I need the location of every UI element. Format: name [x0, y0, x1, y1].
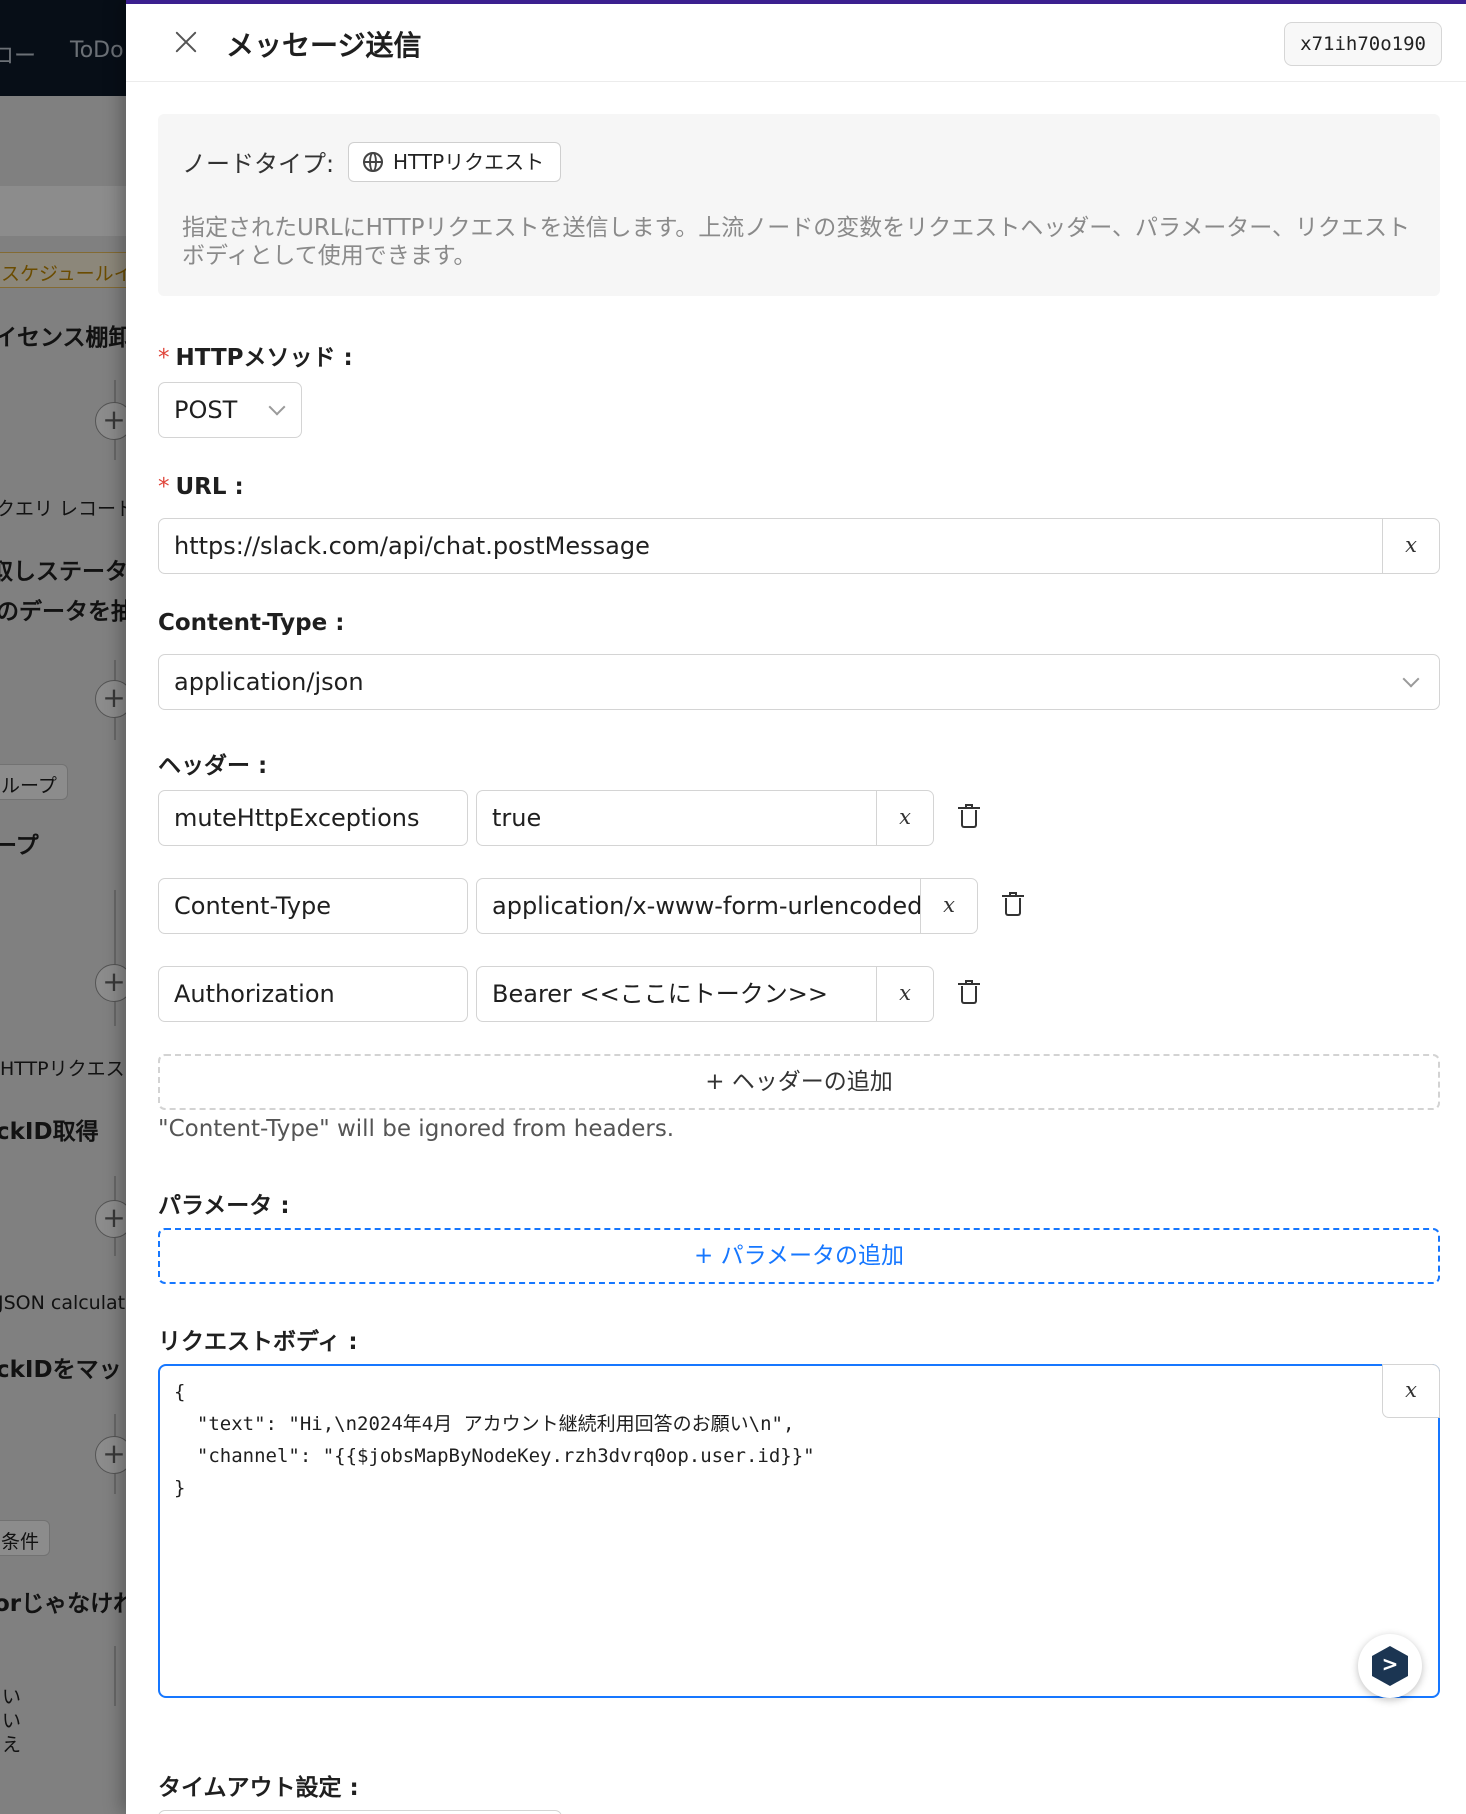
trash-icon[interactable]	[1002, 892, 1024, 916]
assistant-fab-button[interactable]	[1358, 1634, 1422, 1698]
url-input[interactable]: https://slack.com/api/chat.postMessage x	[158, 518, 1440, 574]
timeout-input[interactable]	[158, 1810, 562, 1814]
header-key-input[interactable]: muteHttpExceptions	[158, 790, 468, 846]
header-key-input[interactable]: Content-Type	[158, 878, 468, 934]
node-info-box: ノードタイプ: HTTPリクエスト 指定されたURLにHTTPリクエストを送信し…	[158, 114, 1440, 296]
add-param-button[interactable]: + パラメータの追加	[158, 1228, 1440, 1284]
headers-note: "Content-Type" will be ignored from head…	[158, 1116, 675, 1142]
insert-variable-button[interactable]: x	[920, 879, 977, 933]
node-settings-drawer: メッセージ送信 x71ih70o190 ノードタイプ: HTTPリクエスト 指定…	[126, 0, 1466, 1814]
header-key-input[interactable]: Authorization	[158, 966, 468, 1022]
timeout-label: タイムアウト設定 :	[158, 1775, 359, 1801]
header-value: application/x-www-form-urlencoded	[492, 892, 923, 920]
method-select[interactable]: POST	[158, 382, 302, 438]
drawer-title: メッセージ送信	[226, 29, 422, 62]
node-id-badge[interactable]: x71ih70o190	[1284, 22, 1442, 66]
params-label: パラメータ :	[158, 1193, 290, 1219]
required-mark: *	[158, 474, 170, 500]
method-value: POST	[174, 396, 238, 424]
url-label: * URL :	[158, 474, 244, 500]
headers-label: ヘッダー :	[158, 753, 268, 779]
insert-variable-button[interactable]: x	[1382, 1364, 1440, 1418]
node-description: 指定されたURLにHTTPリクエストを送信します。上流ノードの変数をリクエストヘ…	[182, 215, 1411, 269]
trash-icon[interactable]	[958, 804, 980, 828]
header-value: true	[492, 804, 542, 832]
insert-variable-button[interactable]: x	[876, 967, 933, 1021]
trash-icon[interactable]	[958, 980, 980, 1004]
insert-variable-button[interactable]: x	[876, 791, 933, 845]
method-label: * HTTPメソッド :	[158, 345, 353, 371]
url-value: https://slack.com/api/chat.postMessage	[174, 532, 650, 560]
node-type-tag: HTTPリクエスト	[348, 142, 562, 182]
content-type-select[interactable]: application/json	[158, 654, 1440, 710]
body-label: リクエストボディ :	[158, 1329, 358, 1355]
modal-overlay[interactable]	[0, 0, 126, 1814]
request-body-editor[interactable]: { "text": "Hi,\n2024年4月 アカウント継続利用回答のお願い\…	[158, 1364, 1440, 1698]
content-type-value: application/json	[174, 668, 364, 696]
drawer-header: メッセージ送信 x71ih70o190	[126, 4, 1466, 82]
request-body-text[interactable]: { "text": "Hi,\n2024年4月 アカウント継続利用回答のお願い\…	[174, 1376, 815, 1504]
required-mark: *	[158, 345, 170, 371]
header-value-input[interactable]: application/x-www-form-urlencoded x	[476, 878, 978, 934]
node-type-label: ノードタイプ:	[182, 150, 335, 178]
chevron-down-icon	[1402, 670, 1420, 688]
assistant-icon	[1372, 1646, 1408, 1686]
header-value: Bearer <<ここにトークン>>	[492, 980, 828, 1008]
content-type-label: Content-Type :	[158, 610, 345, 636]
close-icon[interactable]	[168, 24, 204, 60]
chevron-down-icon	[268, 398, 286, 416]
insert-variable-button[interactable]: x	[1382, 519, 1439, 573]
header-value-input[interactable]: Bearer <<ここにトークン>> x	[476, 966, 934, 1022]
add-header-button[interactable]: + ヘッダーの追加	[158, 1054, 1440, 1110]
header-value-input[interactable]: true x	[476, 790, 934, 846]
globe-icon	[363, 152, 383, 172]
node-type-value: HTTPリクエスト	[393, 150, 545, 174]
